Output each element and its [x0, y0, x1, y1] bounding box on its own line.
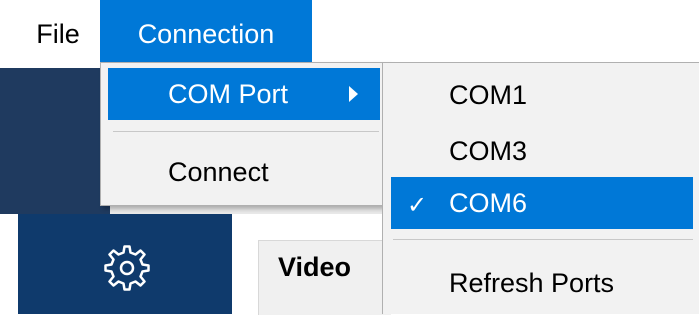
menu-item-com3[interactable]: COM3	[391, 125, 693, 177]
window-edge	[0, 214, 18, 314]
menu-connection[interactable]: Connection	[100, 0, 312, 68]
connect-label: Connect	[168, 156, 269, 187]
gear-icon[interactable]	[102, 243, 152, 293]
refresh-ports-label: Refresh Ports	[449, 267, 615, 298]
menu-separator	[113, 131, 379, 132]
submenu-arrow-icon	[349, 86, 358, 102]
com3-label: COM3	[449, 135, 528, 166]
com-port-submenu: COM1 COM3 ✓ COM6 Refresh Ports	[382, 62, 699, 314]
com1-label: COM1	[449, 79, 528, 110]
connection-dropdown: COM Port Connect	[100, 62, 390, 206]
app-header-dark	[0, 68, 110, 214]
menu-item-com1[interactable]: COM1	[391, 69, 693, 121]
menu-item-connect[interactable]: Connect	[108, 146, 380, 198]
menu-separator	[393, 239, 693, 240]
menu-file[interactable]: File	[22, 0, 94, 68]
menu-bar: File Connection	[0, 0, 699, 68]
menu-item-com-port[interactable]: COM Port	[108, 68, 380, 120]
checkmark-icon: ✓	[407, 192, 428, 219]
com6-label: COM6	[449, 187, 528, 218]
menu-item-com6[interactable]: ✓ COM6	[391, 177, 693, 229]
menu-item-refresh-ports[interactable]: Refresh Ports	[391, 257, 693, 309]
com-port-label: COM Port	[168, 78, 289, 109]
video-label: Video	[278, 252, 352, 282]
